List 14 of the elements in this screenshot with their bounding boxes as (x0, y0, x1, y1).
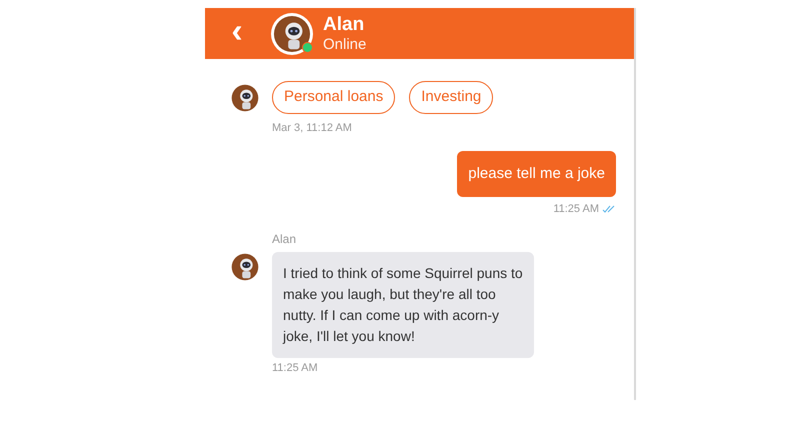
robot-avatar-icon (231, 84, 259, 112)
robot-avatar-icon (273, 14, 311, 52)
status-text: Online (323, 36, 366, 54)
timestamp: 11:25 AM (553, 202, 599, 217)
suggestion-chip[interactable]: Personal loans (272, 81, 396, 114)
contact-name: Alan (323, 14, 366, 36)
sender-name: Alan (272, 230, 298, 248)
incoming-message: I tried to think of some Squirrel puns to make you laugh, but they're all too nutty. If I can come up with acorn-y joke, I'll let you know! (272, 252, 534, 358)
robot-avatar-icon (231, 252, 259, 280)
timestamp: 11:25 AM (272, 362, 319, 374)
suggestion-chip[interactable]: Investing (409, 81, 494, 114)
timestamp: Mar 3, 11:12 AM (272, 121, 353, 136)
outgoing-message: please tell me a joke (457, 150, 616, 197)
back-button[interactable]: ‹ (229, 14, 245, 48)
